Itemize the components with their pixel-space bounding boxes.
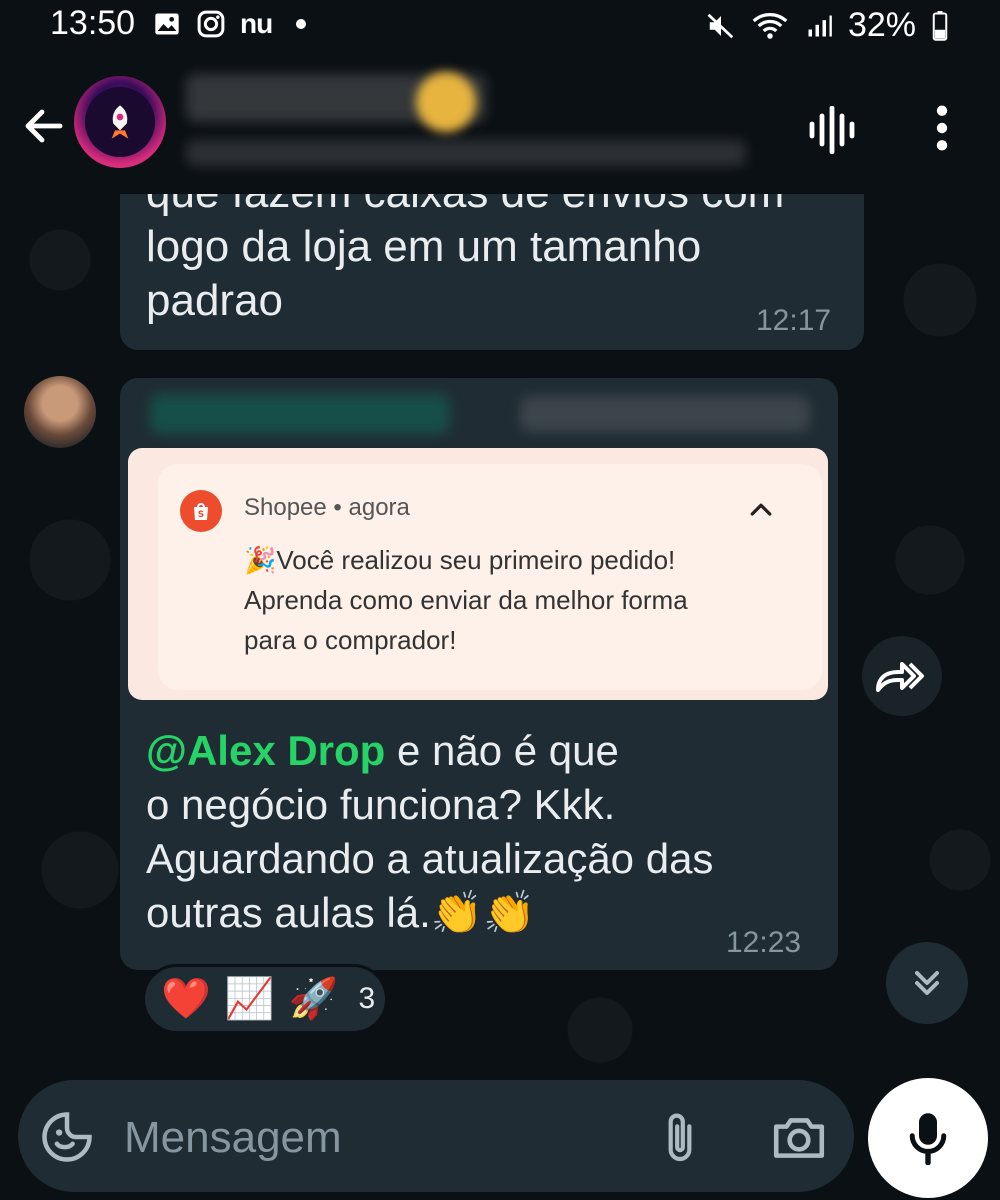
message-text-2: @Alex Drop e não é que o negócio funcion…	[146, 724, 806, 940]
shopee-icon: S	[180, 490, 222, 532]
message-line: Aguardando a atualização das	[146, 835, 714, 882]
screenshot-image[interactable]: S Shopee • agora 🎉Você realizou seu prim…	[128, 448, 828, 700]
sticker-emoji-icon[interactable]	[40, 1110, 94, 1164]
sender-name-blurred	[150, 394, 450, 434]
notification-age: agora	[348, 494, 410, 521]
reaction-rocket: 🚀	[288, 977, 339, 1021]
forward-button[interactable]	[862, 636, 942, 716]
microphone-icon	[909, 1113, 947, 1165]
camera-icon[interactable]	[770, 1112, 828, 1162]
reaction-chart: 📈	[224, 977, 275, 1021]
paperclip-icon[interactable]	[658, 1110, 702, 1166]
mute-icon	[706, 11, 736, 41]
message-bubble-2[interactable]: S Shopee • agora 🎉Você realizou seu prim…	[120, 378, 838, 970]
message-input-bar	[18, 1080, 854, 1192]
message-line: logo da loja em um tamanho	[146, 222, 702, 271]
message-time-1: 12:17	[756, 304, 832, 337]
status-bar: 13:50 nu 32%	[0, 0, 1000, 56]
emoji-blurred	[416, 72, 476, 132]
message-line: padrao	[146, 276, 284, 325]
battery-percent: 32%	[847, 6, 916, 44]
shopee-notification: S Shopee • agora 🎉Você realizou seu prim…	[158, 464, 822, 690]
rocket-icon	[85, 87, 155, 157]
message-line: @Alex Drop e não é que	[146, 724, 806, 778]
dot-icon	[296, 19, 307, 29]
notification-separator: •	[326, 494, 349, 521]
sender-avatar[interactable]	[24, 376, 96, 448]
gallery-icon	[152, 9, 182, 39]
notification-line: Aprenda como enviar da melhor forma	[244, 585, 688, 615]
message-text-1: que fazem caixas de envios com logo da l…	[146, 168, 846, 328]
back-arrow-icon[interactable]	[20, 102, 68, 150]
nubank-icon: nu	[240, 8, 273, 39]
group-avatar[interactable]	[74, 76, 166, 168]
notification-body: 🎉Você realizou seu primeiro pedido! Apre…	[244, 540, 784, 660]
status-time: 13:50	[50, 4, 136, 42]
message-input[interactable]	[122, 1110, 626, 1166]
message-line: outras aulas lá.👏👏	[146, 889, 536, 936]
reaction-count: 3	[358, 982, 376, 1015]
message-time-2: 12:23	[726, 926, 802, 959]
wifi-icon	[750, 11, 790, 41]
scroll-down-button[interactable]	[886, 942, 968, 1024]
battery-icon	[930, 10, 950, 41]
reaction-heart: ❤️	[161, 977, 211, 1021]
status-right-icons: 32%	[706, 6, 950, 45]
message-line: o negócio funciona? Kkk.	[146, 781, 616, 828]
contact-subtitle-blurred	[186, 140, 746, 166]
chevron-up-icon	[746, 494, 776, 524]
status-left-icons: nu	[152, 8, 307, 40]
notification-app-name: Shopee	[244, 494, 327, 521]
chat-header	[0, 62, 1000, 194]
mention-link[interactable]: @Alex Drop	[146, 727, 385, 774]
reactions-pill[interactable]: ❤️ 📈 🚀 3	[142, 964, 388, 1034]
double-chevron-down-icon	[915, 971, 939, 995]
sender-phone-blurred	[520, 396, 810, 432]
notification-line: para o comprador!	[244, 625, 457, 655]
waveform-icon[interactable]	[806, 105, 858, 155]
notification-header: Shopee • agora	[244, 494, 410, 522]
svg-text:S: S	[198, 510, 204, 520]
forward-icon	[876, 662, 924, 692]
more-vert-icon[interactable]	[924, 102, 960, 154]
instagram-icon	[196, 9, 226, 39]
mic-button[interactable]	[868, 1078, 988, 1198]
notification-line: 🎉Você realizou seu primeiro pedido!	[244, 545, 676, 575]
signal-icon	[804, 11, 834, 41]
message-text-fragment: e não é que	[385, 727, 619, 774]
